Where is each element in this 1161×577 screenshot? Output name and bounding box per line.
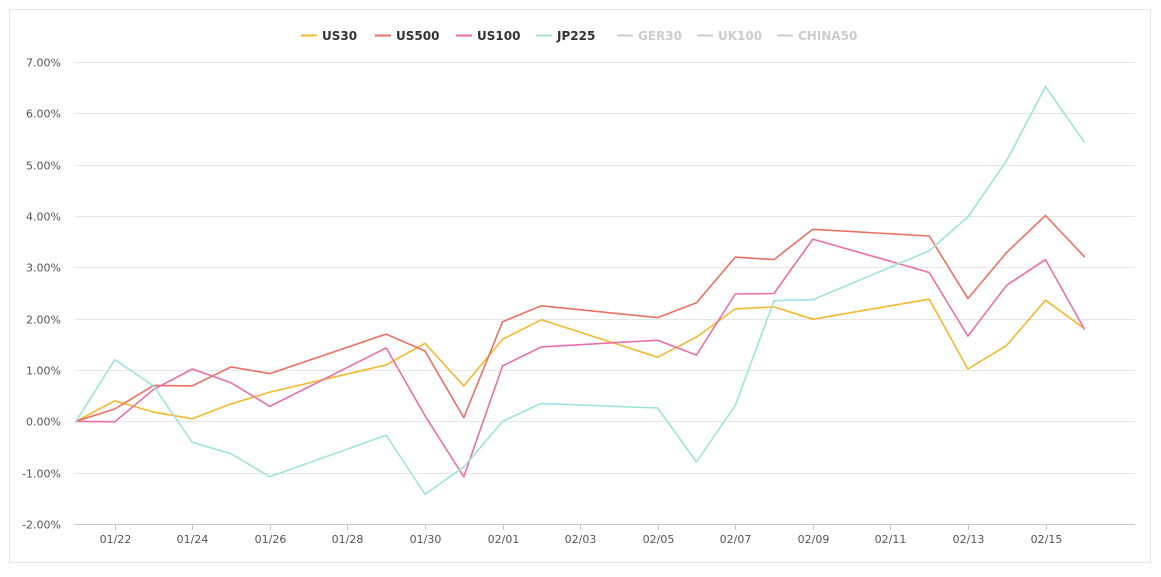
x-tick-label: 01/24 xyxy=(177,533,209,546)
series-line-jp225 xyxy=(75,85,1086,496)
y-tick-label: 1.00% xyxy=(26,365,61,378)
x-tick-label: 02/01 xyxy=(488,533,520,546)
legend-label: JP225 xyxy=(556,29,595,43)
x-tick-label: 01/28 xyxy=(332,533,364,546)
series-line-us100 xyxy=(75,238,1086,478)
x-tick-label: 01/30 xyxy=(410,533,442,546)
grid-lines xyxy=(75,62,1135,474)
legend-item-jp225[interactable]: JP225 xyxy=(536,29,595,43)
x-tick-label: 02/11 xyxy=(875,533,907,546)
x-tick-label: 02/15 xyxy=(1031,533,1063,546)
y-tick-label: 6.00% xyxy=(26,108,61,121)
x-tick-label: 02/03 xyxy=(565,533,597,546)
x-tick-label: 02/09 xyxy=(798,533,830,546)
y-tick-label: 5.00% xyxy=(26,160,61,173)
legend-label: CHINA50 xyxy=(798,29,857,43)
legend-label: GER30 xyxy=(638,29,682,43)
legend-item-ger30[interactable]: GER30 xyxy=(617,29,682,43)
legend-item-china50[interactable]: CHINA50 xyxy=(777,29,857,43)
legend-item-us500[interactable]: US500 xyxy=(375,29,439,43)
x-tick-label: 01/26 xyxy=(255,533,287,546)
legend-label: UK100 xyxy=(718,29,762,43)
x-tick-label: 02/07 xyxy=(720,533,752,546)
legend-label: US100 xyxy=(477,29,520,43)
legend-label: US30 xyxy=(322,29,357,43)
series-line-us500 xyxy=(75,214,1086,423)
y-tick-label: 3.00% xyxy=(26,262,61,275)
y-tick-label: 7.00% xyxy=(26,57,61,70)
series-lines xyxy=(75,85,1086,496)
x-tick-label: 01/22 xyxy=(100,533,132,546)
legend-item-us100[interactable]: US100 xyxy=(456,29,520,43)
axes: 7.00% 6.00% 5.00% 4.00% 3.00% 2.00% 1.00% 0.00%… xyxy=(22,57,1135,546)
y-tick-label: -2.00% xyxy=(22,519,61,532)
y-tick-label: 4.00% xyxy=(26,211,61,224)
legend-item-uk100[interactable]: UK100 xyxy=(697,29,762,43)
y-tick-label: 2.00% xyxy=(26,314,61,327)
y-tick-label: 0.00% xyxy=(26,416,61,429)
y-tick-label: -1.00% xyxy=(22,468,61,481)
line-chart: 7.00% 6.00% 5.00% 4.00% 3.00% 2.00% 1.00% 0.00%… xyxy=(22,29,1135,546)
series-line-us30 xyxy=(75,298,1086,423)
x-tick-label: 02/05 xyxy=(643,533,675,546)
legend: US30 US500 US100 JP225 GER30 UK100 CHINA50 xyxy=(301,29,857,43)
legend-item-us30[interactable]: US30 xyxy=(301,29,357,43)
legend-label: US500 xyxy=(396,29,439,43)
x-tick-label: 02/13 xyxy=(953,533,985,546)
